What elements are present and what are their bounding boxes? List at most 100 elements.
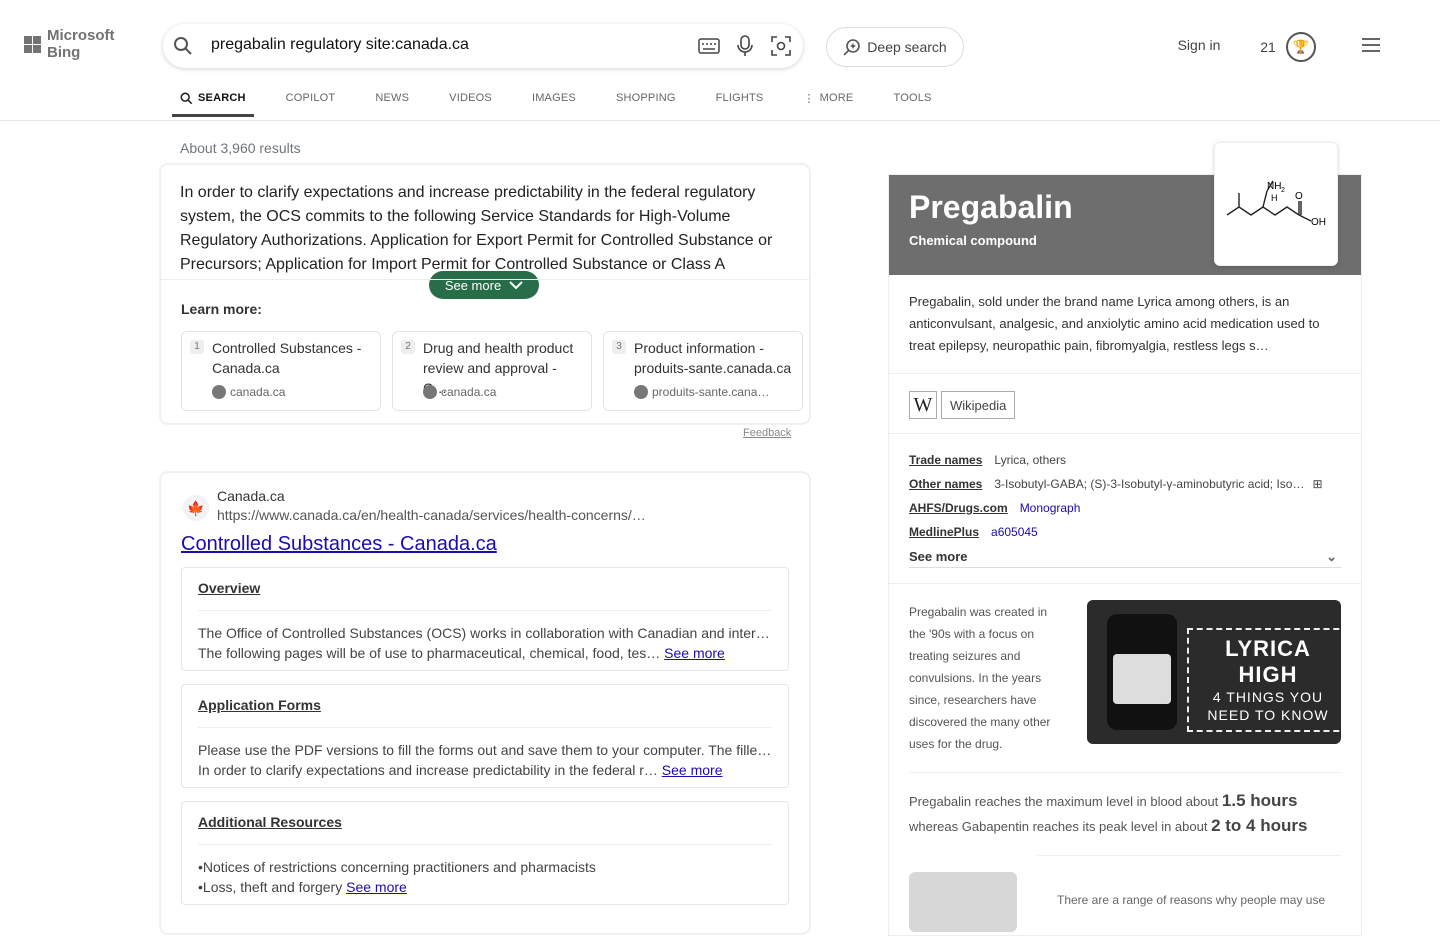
svg-text:NH: NH — [1267, 181, 1281, 192]
related-thumbnail[interactable] — [909, 872, 1017, 932]
molecule-structure-image[interactable]: NH 2 H O OH — [1214, 142, 1338, 266]
panel-divider — [889, 433, 1361, 434]
logo-text: Microsoft Bing — [47, 27, 115, 61]
see-more-label: See more — [909, 549, 968, 564]
tab-search[interactable]: SEARCH — [172, 82, 254, 117]
tab-copilot[interactable]: COPILOT — [278, 82, 344, 114]
search-icon[interactable] — [173, 36, 193, 56]
see-more-link[interactable]: See more — [346, 879, 407, 895]
sign-in-button[interactable]: Sign in — [1163, 27, 1235, 63]
rewards-button[interactable]: 21 🏆 — [1245, 26, 1331, 68]
expand-icon[interactable]: ⊞ — [1312, 477, 1322, 491]
section-snippet: The Office of Controlled Substances (OCS… — [198, 625, 772, 641]
fact-label[interactable]: MedlinePlus — [909, 525, 979, 539]
answer-text: In order to clarify expectations and inc… — [180, 184, 773, 273]
comparison-value: 2 to 4 hours — [1211, 816, 1308, 835]
tab-label: NEWS — [375, 92, 410, 104]
visual-search-icon[interactable] — [765, 30, 797, 62]
tab-label: MORE — [819, 92, 854, 104]
learn-more-card[interactable]: 1 Controlled Substances - Canada.ca cana… — [181, 331, 381, 411]
fact-line[interactable]: Pregabalin was created in — [909, 601, 1069, 623]
section-snippet: •Loss, theft and forgery — [198, 879, 343, 895]
chevron-down-icon — [509, 281, 523, 290]
keyboard-icon[interactable] — [693, 30, 725, 62]
fact-label[interactable]: Trade names — [909, 453, 982, 467]
fact-link[interactable]: a605045 — [991, 525, 1038, 539]
search-box: pregabalin regulatory site:canada.ca — [163, 24, 803, 68]
chevron-down-icon: ⌄ — [1326, 549, 1337, 564]
video-caption-line: LYRICA HIGH — [1225, 636, 1311, 687]
wikipedia-source: W Wikipedia — [909, 391, 1016, 419]
fact-line[interactable]: treating seizures and — [909, 645, 1069, 667]
learn-more-card[interactable]: 2 Drug and health product review and app… — [392, 331, 592, 411]
tab-label: FLIGHTS — [715, 92, 764, 104]
fact-value: 3-Isobutyl-GABA; (S)-3-Isobutyl-γ-aminob… — [994, 477, 1305, 491]
site-name[interactable]: Canada.ca — [217, 488, 285, 504]
tab-flights[interactable]: FLIGHTS — [708, 82, 772, 114]
wikipedia-icon[interactable]: W — [909, 391, 937, 419]
fact-line[interactable]: since, researchers have — [909, 689, 1069, 711]
globe-icon — [423, 385, 437, 399]
wikipedia-link[interactable]: Wikipedia — [941, 391, 1016, 419]
tab-label: VIDEOS — [449, 92, 492, 104]
panel-see-more[interactable]: See more ⌄ — [909, 549, 1341, 568]
microphone-icon[interactable] — [729, 30, 761, 62]
fact-row: MedlinePlus a605045 — [909, 525, 1038, 539]
comparison-text: whereas Gabapentin reaches its peak leve… — [909, 819, 1208, 834]
fact-label[interactable]: Other names — [909, 477, 982, 491]
bottle-image — [1107, 614, 1177, 730]
see-more-button[interactable]: See more — [429, 271, 539, 299]
deep-search-button[interactable]: Deep search — [826, 27, 964, 67]
video-caption: LYRICA HIGH 4 THINGS YOU NEED TO KNOW — [1187, 628, 1341, 732]
deep-link-section: Application Forms Please use the PDF ver… — [181, 684, 789, 788]
panel-description[interactable]: Pregabalin, sold under the brand name Ly… — [909, 291, 1341, 357]
tab-tools[interactable]: TOOLS — [885, 82, 939, 114]
panel-divider — [889, 583, 1361, 584]
bing-logo[interactable]: Microsoft Bing — [2, 25, 140, 63]
panel-subtitle: Chemical compound — [909, 233, 1037, 248]
fact-link[interactable]: Monograph — [1020, 501, 1081, 515]
globe-icon — [634, 385, 648, 399]
learn-more-card[interactable]: 3 Product information - produits-sante.c… — [603, 331, 803, 411]
fact-line[interactable]: convulsions. In the years — [909, 667, 1069, 689]
see-more-link[interactable]: See more — [664, 645, 725, 661]
section-heading-link[interactable]: Additional Resources — [198, 814, 772, 830]
svg-text:2: 2 — [1281, 187, 1285, 194]
trophy-icon: 🏆 — [1285, 32, 1316, 62]
svg-text:O: O — [1295, 191, 1303, 202]
section-heading-link[interactable]: Overview — [198, 580, 772, 596]
feedback-link[interactable]: Feedback — [743, 427, 791, 439]
source-domain: produits-sante.cana… — [652, 385, 770, 399]
result-url[interactable]: https://www.canada.ca/en/health-canada/s… — [217, 507, 646, 523]
source-number: 3 — [612, 340, 626, 354]
fact-row: Other names 3-Isobutyl-GABA; (S)-3-Isobu… — [909, 477, 1323, 491]
comparison-line[interactable]: Pregabalin reaches the maximum level in … — [909, 791, 1298, 811]
fact-line[interactable]: the '90s with a focus on — [909, 623, 1069, 645]
tab-more[interactable]: ⋮ MORE — [795, 82, 861, 114]
fact-line[interactable]: uses for the drug. — [909, 733, 1069, 755]
tab-news[interactable]: NEWS — [367, 82, 417, 114]
tab-label: IMAGES — [531, 92, 576, 104]
source-domain: canada.ca — [230, 385, 286, 399]
section-heading-link[interactable]: Application Forms — [198, 697, 772, 713]
tab-shopping[interactable]: SHOPPING — [608, 82, 684, 114]
answer-divider — [161, 279, 809, 280]
source-title: Product information - produits-sante.can… — [634, 340, 792, 376]
video-thumbnail[interactable]: LYRICA HIGH 4 THINGS YOU NEED TO KNOW — [1087, 600, 1341, 744]
deep-link-section: Additional Resources •Notices of restric… — [181, 801, 789, 905]
scope-tabs: SEARCH COPILOT NEWS VIDEOS IMAGES SHOPPI… — [172, 82, 940, 118]
search-input[interactable]: pregabalin regulatory site:canada.ca — [211, 36, 469, 54]
fact-line[interactable]: discovered the many other — [909, 711, 1069, 733]
deep-search-label: Deep search — [867, 39, 947, 55]
search-icon — [180, 92, 193, 104]
fact-label[interactable]: AHFS/Drugs.com — [909, 501, 1008, 515]
section-snippet: The following pages will be of use to ph… — [198, 645, 661, 661]
hamburger-menu-icon[interactable] — [1362, 38, 1380, 52]
see-more-link[interactable]: See more — [662, 762, 723, 778]
tab-videos[interactable]: VIDEOS — [441, 82, 500, 114]
comparison-line[interactable]: whereas Gabapentin reaches its peak leve… — [909, 816, 1307, 836]
result-title-link[interactable]: Controlled Substances - Canada.ca — [181, 533, 497, 556]
globe-icon — [212, 385, 226, 399]
svg-text:OH: OH — [1311, 217, 1326, 228]
tab-images[interactable]: IMAGES — [524, 82, 584, 114]
